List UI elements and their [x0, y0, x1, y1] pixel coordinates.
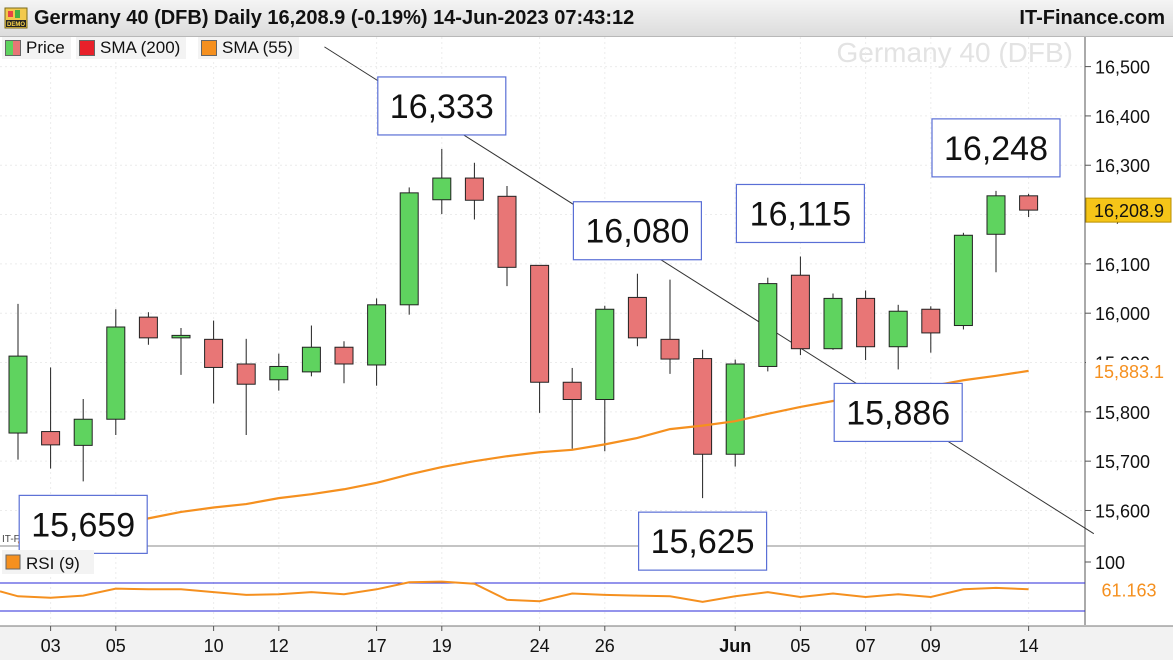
candle-down — [921, 308, 941, 334]
annotation-label: 16,115 — [750, 195, 851, 233]
y-tick-label: 16,000 — [1095, 304, 1150, 324]
annotation-label: 16,080 — [585, 213, 689, 251]
candle-up — [367, 304, 387, 366]
candle-up — [106, 326, 126, 420]
candle-up — [399, 192, 419, 306]
price-legend-icon — [5, 40, 21, 56]
candle-up — [953, 234, 973, 327]
candle-down — [41, 431, 61, 446]
legend-label-sma55: SMA (55) — [222, 38, 293, 57]
candle-down — [562, 381, 582, 401]
candle-up — [725, 363, 745, 455]
x-tick-label: 10 — [204, 636, 224, 656]
sma200-legend-icon — [79, 40, 95, 56]
y-tick-label: 16,500 — [1095, 58, 1150, 78]
annotation-label: 16,248 — [944, 130, 1048, 168]
candle-up — [269, 365, 289, 381]
candle-down — [627, 296, 647, 339]
candle-up — [823, 297, 843, 350]
last-price-label: 16,208.9 — [1094, 201, 1164, 221]
rsi-legend-label: RSI (9) — [26, 554, 80, 573]
x-tick-label: 14 — [1019, 636, 1039, 656]
rsi-plot-area — [0, 548, 1085, 625]
legend-item-sma55: SMA (55) — [198, 37, 299, 59]
candle-down — [856, 297, 876, 348]
candle-down — [1019, 195, 1039, 211]
chart-watermark: Germany 40 (DFB) — [837, 37, 1074, 68]
x-tick-label: 24 — [530, 636, 550, 656]
candle-up — [171, 334, 191, 339]
x-axis-area — [0, 626, 1173, 660]
x-tick-label: 07 — [856, 636, 876, 656]
y-tick-label: 15,600 — [1095, 501, 1150, 521]
y-tick-label: 15,700 — [1095, 452, 1150, 472]
candle-up — [595, 308, 615, 401]
candle-down — [236, 363, 256, 385]
rsi-last-label: 61.163 — [1101, 580, 1156, 600]
candle-up — [301, 346, 321, 373]
candle-up — [888, 310, 908, 348]
legend-label-sma200: SMA (200) — [100, 38, 181, 57]
legend-item-sma200: SMA (200) — [76, 37, 187, 59]
y-tick-label: 15,800 — [1095, 403, 1150, 423]
annotation-label: 16,333 — [390, 88, 494, 126]
candle-down — [693, 358, 713, 455]
candle-up — [73, 418, 93, 446]
legend-label-price: Price — [26, 38, 65, 57]
y-tick-label: 16,300 — [1095, 156, 1150, 176]
y-tick-label: 16,100 — [1095, 255, 1150, 275]
annotation-label: 15,659 — [31, 506, 135, 544]
x-tick-label: 12 — [269, 636, 289, 656]
candle-down — [660, 338, 680, 360]
candle-down — [138, 316, 158, 339]
annotation-label: 15,625 — [651, 523, 755, 561]
candle-down — [790, 274, 810, 350]
candle-down — [204, 338, 224, 368]
candle-down — [530, 264, 550, 383]
x-tick-label: 26 — [595, 636, 615, 656]
rsi-legend-icon — [5, 554, 21, 570]
price-chart: Germany 40 (DFB)IT-Finance.com15,60015,7… — [0, 37, 1173, 660]
candle-up — [432, 177, 452, 201]
rsi-tick-label: 100 — [1095, 553, 1125, 573]
x-tick-label: 05 — [790, 636, 810, 656]
x-tick-label: Jun — [719, 636, 751, 656]
candle-up — [758, 283, 778, 367]
candle-up — [8, 355, 28, 434]
candle-up — [986, 195, 1006, 235]
x-tick-label: 03 — [41, 636, 61, 656]
candle-down — [497, 195, 517, 268]
sma55-legend-icon — [201, 40, 217, 56]
candle-down — [334, 346, 354, 365]
annotation-label: 15,886 — [846, 394, 950, 432]
x-tick-label: 17 — [367, 636, 387, 656]
chart-window: DEMO Germany 40 (DFB) Daily 16,208.9 (-0… — [0, 0, 1173, 660]
sma55-last-label: 15,883.1 — [1094, 362, 1164, 382]
x-tick-label: 19 — [432, 636, 452, 656]
x-tick-label: 05 — [106, 636, 126, 656]
y-tick-label: 16,400 — [1095, 107, 1150, 127]
candle-down — [464, 177, 484, 201]
x-tick-label: 09 — [921, 636, 941, 656]
legend-item-price: Price — [2, 37, 71, 59]
